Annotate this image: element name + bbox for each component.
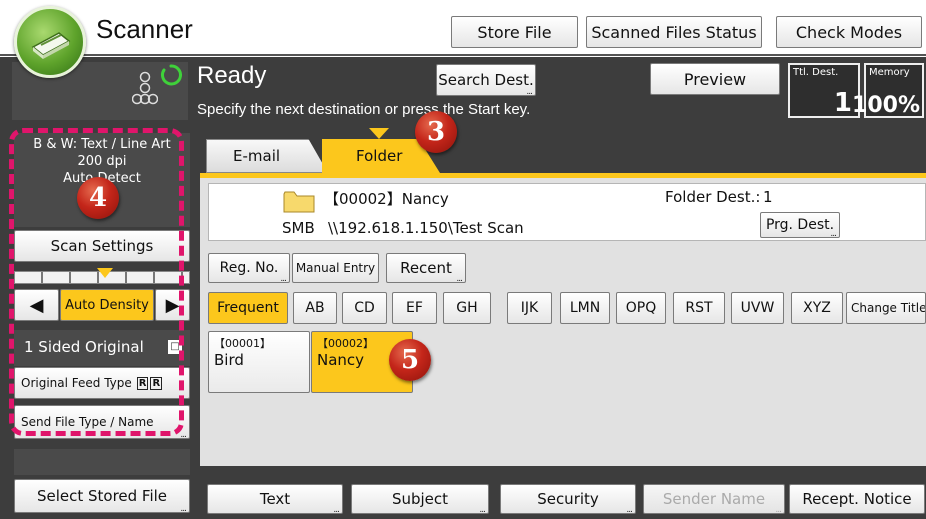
- folder-icon: [283, 188, 315, 214]
- prg-dest-button[interactable]: Prg. Dest....: [760, 212, 840, 238]
- reg-no-button[interactable]: Reg. No....: [208, 253, 290, 283]
- more-dots-icon: ...: [830, 229, 837, 238]
- left-blank-slot: [14, 449, 190, 475]
- more-dots-icon: ...: [456, 274, 463, 283]
- ttl-dest-value: 1: [833, 88, 852, 118]
- memory-value: 100%: [852, 93, 920, 118]
- status-state: Ready: [197, 62, 267, 89]
- search-dest-button[interactable]: Search Dest....: [436, 64, 536, 96]
- text-button[interactable]: Text...: [207, 484, 343, 514]
- recent-button[interactable]: Recent...: [386, 253, 466, 283]
- ready-indicator-icon: [160, 64, 182, 86]
- index-tab-frequent[interactable]: Frequent: [208, 292, 288, 324]
- prg-dest-label: Prg. Dest.: [765, 217, 835, 233]
- callout-5: 5: [389, 339, 431, 381]
- more-dots-icon: ...: [526, 87, 533, 96]
- address-entry-bird[interactable]: 【00001】 Bird: [208, 331, 310, 393]
- index-tab-rst[interactable]: RST: [673, 292, 725, 324]
- recent-label: Recent: [400, 259, 452, 277]
- more-dots-icon: ...: [626, 505, 633, 514]
- tab-folder-label: Folder: [356, 147, 403, 165]
- change-title-button[interactable]: Change Title: [846, 292, 926, 324]
- check-modes-button[interactable]: Check Modes: [776, 16, 922, 48]
- job-list-icon[interactable]: [131, 70, 159, 106]
- callout-4: 4: [77, 177, 119, 219]
- index-tab-cd[interactable]: CD: [342, 292, 387, 324]
- index-tab-opq[interactable]: OPQ: [616, 292, 666, 324]
- destination-protocol: SMB: [282, 219, 315, 237]
- scanner-screen: Scanner Store File Scanned Files Status …: [0, 0, 926, 519]
- manual-entry-button[interactable]: Manual Entry: [292, 253, 379, 283]
- total-destinations-counter: Ttl. Dest. 1: [788, 63, 860, 118]
- folder-dest-label: Folder Dest.:: [665, 188, 761, 206]
- subject-button[interactable]: Subject...: [351, 484, 489, 514]
- more-dots-icon: ...: [280, 274, 287, 283]
- tab-selected-marker-icon: [369, 128, 389, 139]
- more-dots-icon: ...: [180, 504, 187, 513]
- status-message: Specify the next destination or press th…: [197, 101, 531, 118]
- memory-indicator: Memory 100%: [852, 63, 924, 118]
- destination-path: \\192.618.1.150\Test Scan: [328, 219, 524, 237]
- more-dots-icon: ...: [333, 505, 340, 514]
- select-stored-file-button[interactable]: Select Stored File...: [14, 479, 190, 513]
- index-tab-ab[interactable]: AB: [293, 292, 337, 324]
- ttl-dest-label: Ttl. Dest.: [793, 67, 839, 78]
- index-tab-ef[interactable]: EF: [392, 292, 437, 324]
- sender-name-button[interactable]: Sender Name...: [643, 484, 785, 514]
- more-dots-icon: ...: [180, 430, 187, 439]
- index-tab-xyz[interactable]: XYZ: [791, 292, 843, 324]
- select-stored-file-label: Select Stored File: [36, 487, 168, 505]
- index-tab-uvw[interactable]: UVW: [731, 292, 784, 324]
- recept-notice-button[interactable]: Recept. Notice: [789, 484, 925, 514]
- entry-number: 【00001】: [214, 337, 271, 350]
- app-title: Scanner: [96, 14, 193, 44]
- store-file-button[interactable]: Store File: [451, 16, 578, 48]
- preview-button[interactable]: Preview: [650, 63, 780, 95]
- security-button[interactable]: Security...: [500, 484, 636, 514]
- subject-label: Subject: [391, 490, 449, 508]
- tab-email[interactable]: E-mail: [206, 139, 328, 173]
- scanned-files-status-button[interactable]: Scanned Files Status: [586, 16, 762, 48]
- callout-3: 3: [415, 111, 457, 153]
- highlight-frame: [9, 128, 184, 436]
- tab-email-label: E-mail: [233, 147, 281, 165]
- search-dest-label: Search Dest.: [438, 71, 534, 89]
- reg-no-label: Reg. No.: [219, 260, 279, 276]
- security-label: Security: [537, 490, 599, 508]
- folder-dest-count: 1: [763, 188, 773, 206]
- index-tab-gh[interactable]: GH: [443, 292, 491, 324]
- text-label: Text: [259, 490, 291, 508]
- sender-name-label: Sender Name: [662, 490, 766, 508]
- scanner-logo-icon: [14, 6, 86, 78]
- more-dots-icon: ...: [479, 505, 486, 514]
- destination-reg-name: 【00002】Nancy: [324, 190, 449, 208]
- index-tab-ijk[interactable]: IJK: [507, 292, 552, 324]
- entry-name: Bird: [214, 351, 244, 369]
- more-dots-icon: ...: [775, 505, 782, 514]
- index-tab-lmn[interactable]: LMN: [560, 292, 610, 324]
- memory-label: Memory: [869, 67, 910, 78]
